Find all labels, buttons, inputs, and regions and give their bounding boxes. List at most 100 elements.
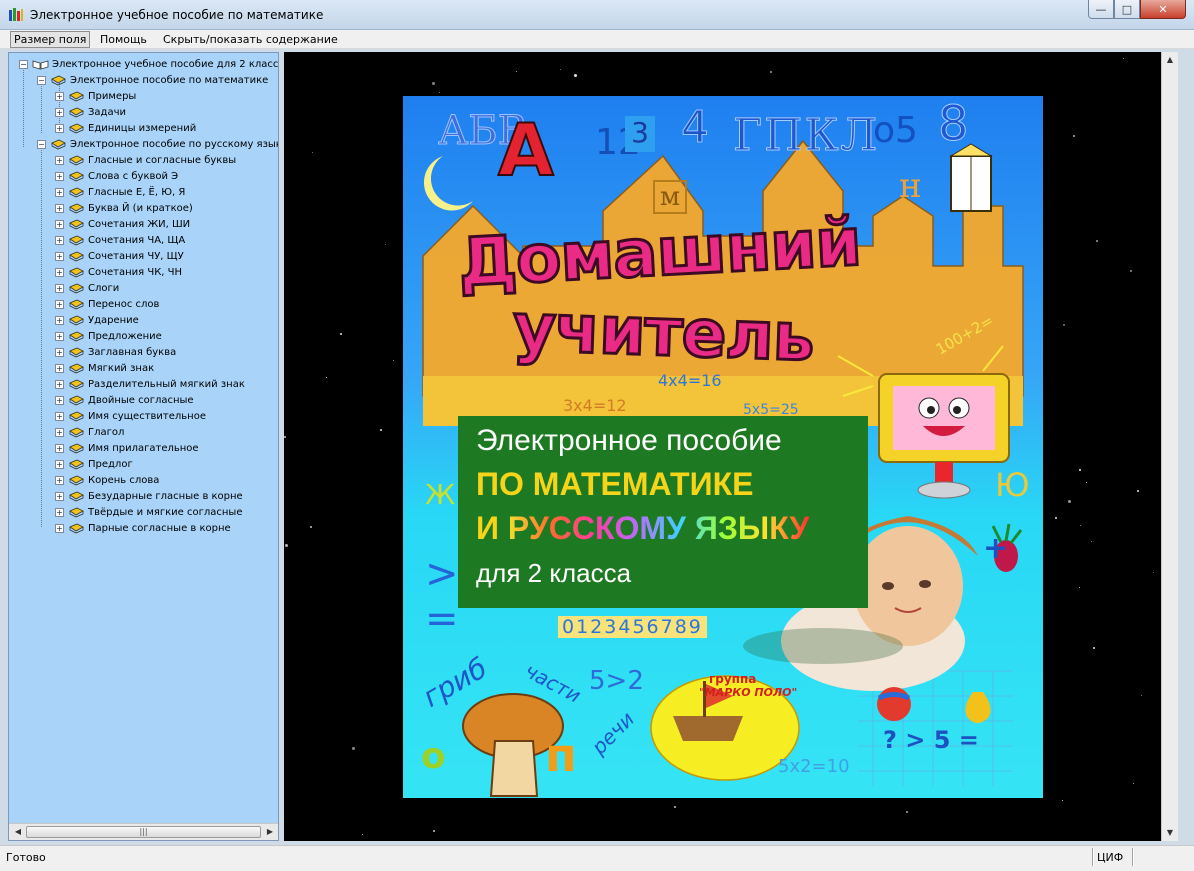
star	[770, 71, 773, 73]
expand-icon[interactable]: +	[55, 91, 64, 101]
tree-item[interactable]: + Твёрдые и мягкие согласные	[55, 504, 242, 520]
tree-item-label: Корень слова	[88, 474, 160, 486]
tree-item[interactable]: + Разделительный мягкий знак	[55, 376, 245, 392]
book-icon	[69, 347, 84, 357]
content-view[interactable]: АБВ А 12 3 4 ГПКЛ о5 8 м н Домашний учит…	[284, 52, 1161, 841]
book-icon	[69, 123, 84, 133]
scroll-down-icon[interactable]: ▼	[1162, 825, 1178, 841]
collapse-icon[interactable]: −	[37, 139, 46, 149]
tree-item[interactable]: + Слова с буквой Э	[55, 168, 178, 184]
tree-item[interactable]: + Слоги	[55, 280, 119, 296]
tree-item[interactable]: + Безударные гласные в корне	[55, 488, 243, 504]
expand-icon[interactable]: +	[55, 107, 64, 117]
brand-title-line2: учитель	[510, 287, 816, 377]
collapse-icon[interactable]: −	[19, 59, 28, 69]
expand-icon[interactable]: +	[55, 507, 64, 517]
collapse-icon[interactable]: −	[37, 75, 46, 85]
menu-help[interactable]: Помощь	[97, 32, 150, 47]
star	[431, 81, 435, 85]
star	[433, 829, 436, 832]
expand-icon[interactable]: +	[55, 331, 64, 341]
tree-item[interactable]: + Корень слова	[55, 472, 159, 488]
cover-image: АБВ А 12 3 4 ГПКЛ о5 8 м н Домашний учит…	[403, 96, 1043, 798]
vertical-scrollbar[interactable]: ▲ ▼	[1161, 52, 1178, 841]
tree-item[interactable]: + Примеры	[55, 88, 136, 104]
horizontal-scrollbar[interactable]: ◀ ||| ▶	[9, 823, 278, 840]
tree-node-russian[interactable]: − Электронное пособие по русскому языку	[37, 136, 278, 152]
tree-item[interactable]: + Имя существительное	[55, 408, 206, 424]
expand-icon[interactable]: +	[55, 251, 64, 261]
tree-item-label: Гласные и согласные буквы	[88, 154, 237, 166]
expand-icon[interactable]: +	[55, 155, 64, 165]
expand-icon[interactable]: +	[55, 475, 64, 485]
book-icon	[69, 459, 84, 469]
tree-item[interactable]: + Сочетания ЧК, ЧН	[55, 264, 182, 280]
tree-item[interactable]: + Глагол	[55, 424, 124, 440]
tree-item[interactable]: + Предложение	[55, 328, 162, 344]
expand-icon[interactable]: +	[55, 235, 64, 245]
tree-item[interactable]: + Гласные и согласные буквы	[55, 152, 236, 168]
star	[1068, 500, 1072, 504]
scroll-thumb[interactable]: |||	[26, 826, 261, 838]
expand-icon[interactable]: +	[55, 363, 64, 373]
deco-yu: Ю	[995, 466, 1030, 504]
scroll-up-icon[interactable]: ▲	[1162, 52, 1178, 68]
expand-icon[interactable]: +	[55, 315, 64, 325]
expand-icon[interactable]: +	[55, 219, 64, 229]
tree-item[interactable]: + Парные согласные в корне	[55, 520, 231, 536]
expand-icon[interactable]: +	[55, 523, 64, 533]
tree-item[interactable]: + Сочетания ЧУ, ЩУ	[55, 248, 184, 264]
star	[392, 359, 394, 361]
menu-toggle-contents[interactable]: Скрыть/показать содержание	[160, 32, 341, 47]
title-bar[interactable]: Электронное учебное пособие по математик…	[0, 0, 1194, 30]
tree-node-math[interactable]: − Электронное пособие по математике	[37, 72, 268, 88]
deco-h: н	[899, 166, 922, 206]
scroll-left-icon[interactable]: ◀	[10, 825, 26, 839]
scroll-right-icon[interactable]: ▶	[262, 825, 278, 839]
menu-field-size[interactable]: Размер поля	[10, 31, 91, 48]
expand-icon[interactable]: +	[55, 443, 64, 453]
tree-item[interactable]: + Предлог	[55, 456, 133, 472]
tree-item[interactable]: + Мягкий знак	[55, 360, 154, 376]
tree-root[interactable]: − Электронное учебное пособие для 2 клас…	[19, 56, 278, 72]
expand-icon[interactable]: +	[55, 283, 64, 293]
expand-icon[interactable]: +	[55, 395, 64, 405]
tree-item[interactable]: + Единицы измерений	[55, 120, 196, 136]
expand-icon[interactable]: +	[55, 379, 64, 389]
tree-item[interactable]: + Сочетания ЖИ, ШИ	[55, 216, 190, 232]
expand-icon[interactable]: +	[55, 203, 64, 213]
tree-item[interactable]: + Двойные согласные	[55, 392, 194, 408]
tree-item-label: Слоги	[88, 282, 120, 294]
tree-item[interactable]: + Имя прилагательное	[55, 440, 199, 456]
expand-icon[interactable]: +	[55, 411, 64, 421]
expand-icon[interactable]: +	[55, 267, 64, 277]
minimize-button[interactable]: —	[1088, 0, 1114, 19]
tree-item[interactable]: + Заглавная буква	[55, 344, 176, 360]
expand-icon[interactable]: +	[55, 491, 64, 501]
book-icon	[51, 75, 66, 85]
expand-icon[interactable]: +	[55, 187, 64, 197]
tree-item[interactable]: + Буква Й (и краткое)	[55, 200, 193, 216]
tree-item[interactable]: + Задачи	[55, 104, 126, 120]
expand-icon[interactable]: +	[55, 347, 64, 357]
star	[1063, 323, 1066, 326]
tree-item[interactable]: + Перенос слов	[55, 296, 159, 312]
tree-item[interactable]: + Гласные Е, Ё, Ю, Я	[55, 184, 185, 200]
tree-item[interactable]: + Сочетания ЧА, ЩА	[55, 232, 185, 248]
book-icon	[69, 203, 84, 213]
book-icon	[69, 219, 84, 229]
maximize-button[interactable]: □	[1114, 0, 1140, 19]
tree-item[interactable]: + Ударение	[55, 312, 139, 328]
book-icon	[69, 155, 84, 165]
expand-icon[interactable]: +	[55, 171, 64, 181]
expand-icon[interactable]: +	[55, 427, 64, 437]
expand-icon[interactable]: +	[55, 299, 64, 309]
contents-tree-pane[interactable]: − Электронное учебное пособие для 2 клас…	[8, 52, 279, 841]
deco-gt: >	[425, 551, 459, 597]
menu-bar: Размер поля Помощь Скрыть/показать содер…	[0, 30, 1194, 49]
subtitle-line3-word: РУССКОМУ ЯЗЫКУ	[507, 510, 810, 546]
close-button[interactable]: ✕	[1140, 0, 1186, 19]
expand-icon[interactable]: +	[55, 123, 64, 133]
expand-icon[interactable]: +	[55, 459, 64, 469]
book-icon	[69, 171, 84, 181]
